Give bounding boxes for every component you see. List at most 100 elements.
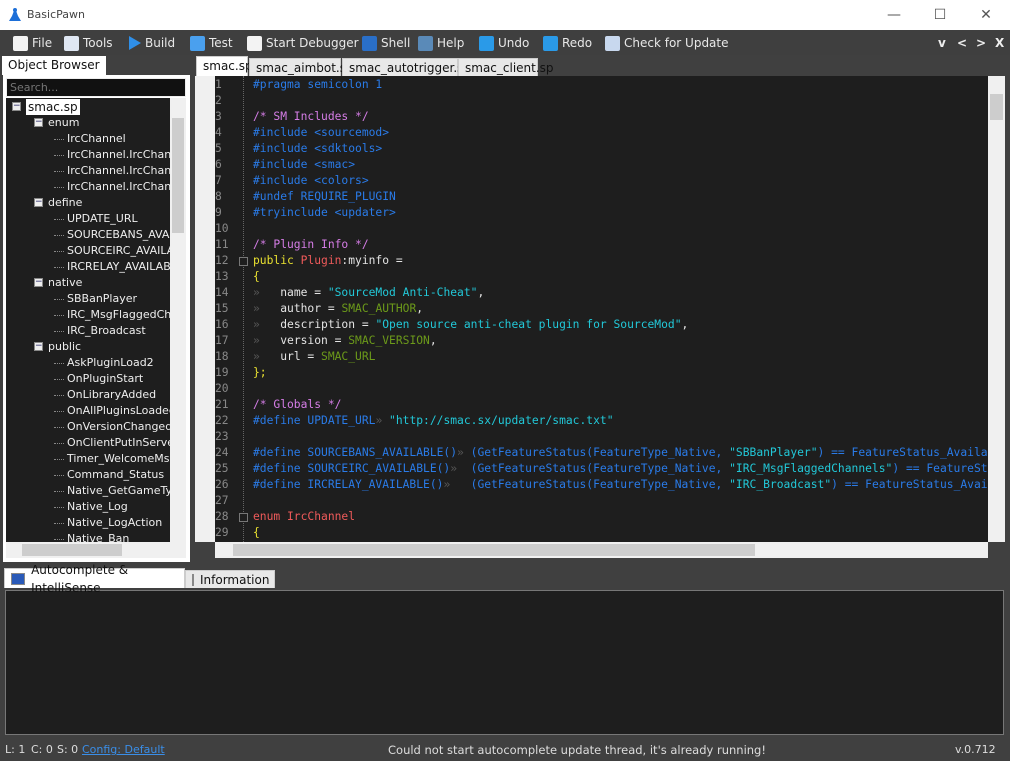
tree-item[interactable]: enum (48, 115, 79, 131)
code-token: "SourceMod Anti-Cheat" (327, 286, 478, 299)
code-line: #include <sourcemod> (253, 125, 389, 141)
menu-check-for-update[interactable]: Check for Update (605, 34, 729, 52)
scroll-thumb[interactable] (990, 94, 1003, 120)
fold-icon[interactable] (239, 257, 248, 266)
tab-object-browser[interactable]: Object Browser (2, 56, 106, 75)
scroll-thumb[interactable] (22, 544, 122, 556)
nav-prev-button[interactable]: < (957, 36, 967, 50)
code-line: public Plugin:myinfo = (253, 253, 403, 269)
line-number: 21 (215, 398, 229, 411)
menu-help[interactable]: Help (418, 34, 464, 52)
menu-redo[interactable]: Redo (543, 34, 592, 52)
code-editor[interactable]: 1 #pragma semicolon 1 2 3/* SM Includes */4… (215, 76, 988, 542)
menu-shell[interactable]: Shell (362, 34, 410, 52)
tree-connector (54, 187, 64, 188)
minimize-button[interactable]: — (871, 0, 917, 30)
tree-item[interactable]: IrcChannel.IrcChannel_Public (67, 147, 170, 163)
menu-test[interactable]: Test (190, 34, 233, 52)
tree-item[interactable]: IrcChannel.IrcChannel_Both (67, 179, 170, 195)
code-token: » (253, 334, 281, 347)
help-icon (418, 35, 433, 51)
code-token: (GetFeatureStatus(FeatureType_Native, (470, 462, 730, 475)
nav-next-button[interactable]: > (976, 36, 986, 50)
tree-item[interactable]: Native_GetGameType (67, 483, 170, 499)
line-number: 24 (215, 446, 229, 459)
collapse-icon[interactable]: − (34, 278, 43, 287)
search-input[interactable] (6, 78, 186, 97)
tree-item[interactable]: smac.sp (26, 99, 80, 115)
tree-item[interactable]: SOURCEIRC_AVAILABLE (67, 243, 170, 259)
tab-information[interactable]: Information (185, 570, 275, 588)
app-logo-icon (9, 8, 21, 21)
tab-smac_aimbot-sp[interactable]: smac_aimbot.sp (249, 58, 354, 76)
tree-item[interactable]: SOURCEBANS_AVAILABLE (67, 227, 170, 243)
menu-undo[interactable]: Undo (479, 34, 529, 52)
tree-item[interactable]: OnVersionChanged (67, 419, 170, 435)
code-token: , (416, 302, 424, 315)
scroll-thumb[interactable] (172, 118, 184, 233)
tree-item[interactable]: define (48, 195, 82, 211)
tab-smac-sp[interactable]: smac.sp (196, 56, 253, 76)
nav-down-button[interactable]: v (938, 36, 946, 50)
tree-item[interactable]: IRCRELAY_AVAILABLE (67, 259, 170, 275)
code-token: » (253, 350, 281, 363)
code-token: "Open source anti-cheat plugin for Sourc… (375, 318, 682, 331)
editor-horizontal-scrollbar[interactable] (215, 542, 988, 558)
code-line: enum IrcChannel (253, 509, 355, 525)
tree-item[interactable]: public (48, 339, 81, 355)
tree-item[interactable]: Native_LogAction (67, 515, 162, 531)
line-number: 14 (215, 286, 229, 299)
code-token: /* Globals */ (253, 398, 342, 411)
tree-item[interactable]: AskPluginLoad2 (67, 355, 154, 371)
tree-item[interactable]: OnAllPluginsLoaded (67, 403, 170, 419)
tab-smac_autotrigger-sp[interactable]: smac_autotrigger.sp (342, 58, 471, 76)
code-line: #include <smac> (253, 157, 355, 173)
menu-build[interactable]: Build (129, 34, 175, 52)
tab-label: Autocomplete & IntelliSense (31, 562, 129, 595)
collapse-icon[interactable]: − (12, 102, 21, 111)
tree-item[interactable]: IrcChannel.IrcChannel_Private (67, 163, 170, 179)
tree-vertical-scrollbar[interactable] (170, 98, 186, 542)
editor-vertical-scrollbar[interactable] (988, 76, 1005, 542)
tree-item[interactable]: UPDATE_URL (67, 211, 138, 227)
line-number: 23 (215, 430, 229, 443)
code-line: » author = SMAC_AUTHOR, (253, 301, 423, 317)
close-button[interactable]: ✕ (963, 0, 1009, 30)
information-icon (192, 573, 194, 586)
tree-item[interactable]: OnClientPutInServer (67, 435, 170, 451)
code-line: #include <sdktools> (253, 141, 382, 157)
tab-autocomplete[interactable]: Autocomplete & IntelliSense (4, 563, 185, 595)
nav-close-button[interactable]: X (995, 36, 1004, 50)
tree-item[interactable]: Command_Status (67, 467, 164, 483)
collapse-icon[interactable]: − (34, 198, 43, 207)
menu-start-debugger[interactable]: Start Debugger (247, 34, 359, 52)
tree-item[interactable]: Native_Ban (67, 531, 129, 542)
code-line: » description = "Open source anti-cheat … (253, 317, 688, 333)
code-token: /* Plugin Info */ (253, 238, 369, 251)
tree-item[interactable]: IRC_Broadcast (67, 323, 146, 339)
collapse-icon[interactable]: − (34, 118, 43, 127)
menu-tools[interactable]: Tools (64, 34, 113, 52)
tree-horizontal-scrollbar[interactable] (6, 542, 186, 558)
version-label: v.0.712 (955, 743, 996, 756)
code-token: » (375, 414, 390, 427)
config-link[interactable]: Config: Default (82, 743, 165, 756)
scroll-thumb[interactable] (233, 544, 755, 556)
tree-item[interactable]: IrcChannel (67, 131, 126, 147)
code-line: #pragma semicolon 1 (253, 77, 382, 93)
tree-item[interactable]: Native_Log (67, 499, 128, 515)
tree-item[interactable]: OnPluginStart (67, 371, 143, 387)
tree-item[interactable]: SBBanPlayer (67, 291, 137, 307)
tree-connector (54, 331, 64, 332)
maximize-button[interactable]: ☐ (917, 0, 963, 30)
tab-smac_client-sp[interactable]: smac_client.sp (458, 58, 554, 76)
line-number: 2 (215, 94, 222, 107)
tree-item[interactable]: IRC_MsgFlaggedChannels (67, 307, 170, 323)
tree-item[interactable]: native (48, 275, 82, 291)
collapse-icon[interactable]: − (34, 342, 43, 351)
tree-item[interactable]: Timer_WelcomeMsg (67, 451, 170, 467)
menu-file[interactable]: File (13, 34, 52, 52)
tree-item[interactable]: OnLibraryAdded (67, 387, 156, 403)
menu-label: Tools (83, 36, 113, 50)
fold-icon[interactable] (239, 513, 248, 522)
